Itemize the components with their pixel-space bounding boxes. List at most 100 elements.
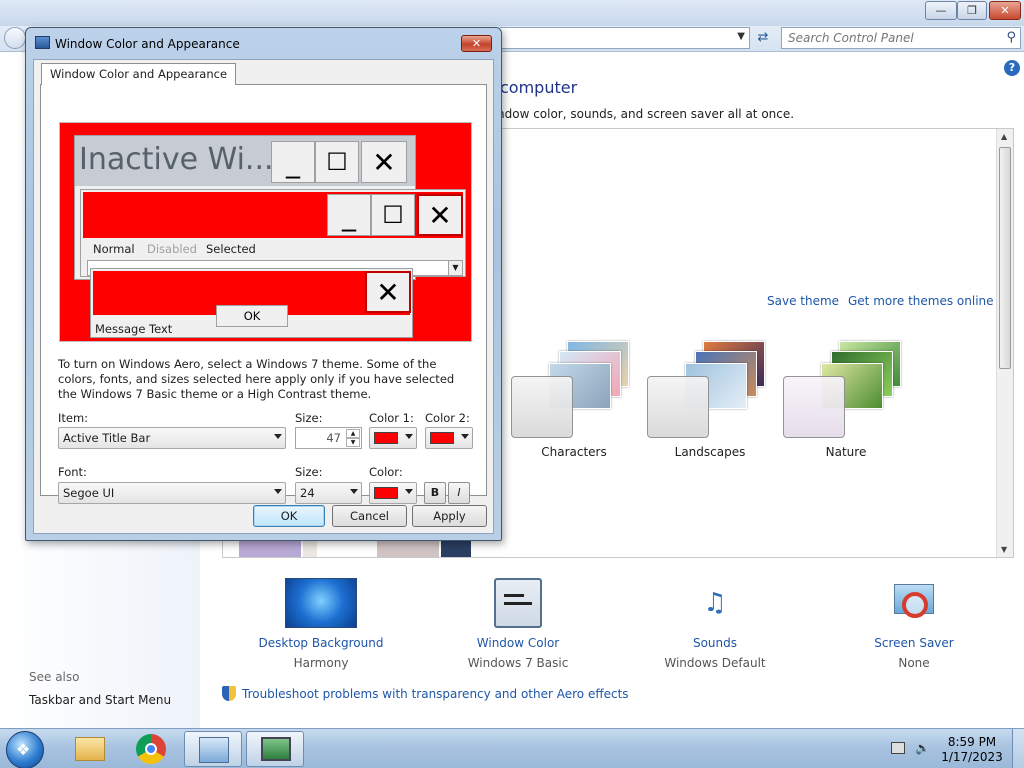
chevron-down-icon xyxy=(405,434,413,439)
dialog-close-button[interactable]: ✕ xyxy=(461,35,492,52)
font-color-swatch xyxy=(374,487,398,499)
italic-button[interactable]: I xyxy=(448,482,470,504)
theme-scrollbar[interactable]: ▲ ▼ xyxy=(996,129,1013,557)
show-desktop-button[interactable] xyxy=(1012,729,1024,768)
size-stepper[interactable]: 47 ▲ ▼ xyxy=(295,427,362,449)
preview-menu-normal: Normal xyxy=(93,242,135,256)
theme-name: Landscapes xyxy=(674,445,746,459)
color2-swatch xyxy=(430,432,454,444)
control-panel-titlebar: — ❐ ✕ xyxy=(0,0,1024,26)
close-button[interactable]: ✕ xyxy=(989,1,1021,20)
bold-button[interactable]: B xyxy=(424,482,446,504)
display-settings-taskbar-button[interactable] xyxy=(246,731,304,767)
scroll-down-icon[interactable]: ▼ xyxy=(1001,545,1007,554)
stepper-down-icon[interactable]: ▼ xyxy=(346,438,360,447)
chevron-down-icon xyxy=(350,489,358,494)
troubleshoot-link-text[interactable]: Troubleshoot problems with transparency … xyxy=(242,687,629,701)
desktop-background-setting[interactable]: Desktop Background Harmony xyxy=(236,578,406,670)
aero-info-text: To turn on Windows Aero, select a Window… xyxy=(58,357,455,401)
color2-picker[interactable] xyxy=(425,427,473,449)
preview-message-box: ✕ Message Text OK xyxy=(90,268,413,338)
chevron-down-icon[interactable]: ▼ xyxy=(737,31,745,42)
monitor-icon xyxy=(261,737,291,761)
ok-button[interactable]: OK xyxy=(253,505,325,527)
folder-icon xyxy=(75,737,105,761)
scroll-up-icon[interactable]: ▲ xyxy=(1001,132,1007,141)
setting-label[interactable]: Desktop Background xyxy=(236,636,406,650)
theme-glass-swatch xyxy=(511,376,573,438)
search-input[interactable] xyxy=(788,31,988,45)
setting-value: Windows 7 Basic xyxy=(467,656,569,670)
setting-label[interactable]: Sounds xyxy=(630,636,800,650)
size-value[interactable]: 47 xyxy=(326,431,341,445)
stepper-up-icon[interactable]: ▲ xyxy=(346,429,360,438)
setting-label[interactable]: Window Color xyxy=(433,636,603,650)
theme-characters[interactable]: Characters xyxy=(511,341,641,461)
page-title: computer xyxy=(500,78,578,97)
clock-time: 8:59 PM xyxy=(947,735,997,749)
theme-settings-row: Desktop Background Harmony Window Color … xyxy=(222,570,1012,710)
system-clock[interactable]: 8:59 PM 1/17/2023 xyxy=(940,735,1004,765)
chevron-down-icon xyxy=(461,434,469,439)
search-box[interactable]: ⚲ xyxy=(781,27,1021,49)
scrollbar-thumb[interactable] xyxy=(999,147,1011,369)
theme-glass-swatch xyxy=(783,376,845,438)
color1-label: Color 1: xyxy=(369,411,414,425)
start-button[interactable]: ❖ xyxy=(6,731,44,768)
desktop-background-icon xyxy=(285,578,357,628)
dialog-title: Window Color and Appearance xyxy=(55,37,240,51)
chrome-icon xyxy=(136,734,166,764)
get-more-themes-link[interactable]: Get more themes online xyxy=(848,294,994,308)
font-size-dropdown[interactable]: 24 xyxy=(295,482,362,504)
network-icon[interactable] xyxy=(891,742,905,754)
theme-landscapes[interactable]: Landscapes xyxy=(647,341,777,461)
setting-value: None xyxy=(898,656,930,670)
font-size-label: Size: xyxy=(295,465,323,479)
theme-name: Nature xyxy=(825,445,867,459)
troubleshoot-link[interactable]: Troubleshoot problems with transparency … xyxy=(222,686,629,701)
file-explorer-taskbar-button[interactable] xyxy=(60,731,118,767)
minimize-button[interactable]: — xyxy=(925,1,957,20)
control-panel-taskbar-button[interactable] xyxy=(184,731,242,767)
chevron-down-icon: ▼ xyxy=(448,261,462,275)
apply-button[interactable]: Apply xyxy=(412,505,487,527)
cancel-button[interactable]: Cancel xyxy=(332,505,407,527)
window-color-icon xyxy=(494,578,542,628)
color1-swatch xyxy=(374,432,398,444)
sounds-setting[interactable]: ♫ Sounds Windows Default xyxy=(630,578,800,670)
setting-label[interactable]: Screen Saver xyxy=(829,636,999,650)
appearance-preview[interactable]: Inactive Wi... _ ☐ ✕ _ ☐ ✕ Normal Disabl… xyxy=(59,122,472,342)
tab-window-color-appearance[interactable]: Window Color and Appearance xyxy=(41,63,237,85)
font-color-picker[interactable] xyxy=(369,482,417,504)
window-color-setting[interactable]: Window Color Windows 7 Basic xyxy=(433,578,603,670)
preview-inactive-title: Inactive Wi... xyxy=(79,142,274,177)
theme-nature[interactable]: Nature xyxy=(783,341,913,461)
control-panel-icon xyxy=(199,737,229,763)
back-button[interactable] xyxy=(4,27,26,49)
chevron-down-icon xyxy=(274,489,282,494)
help-icon[interactable]: ? xyxy=(1004,60,1020,76)
item-label: Item: xyxy=(58,411,89,425)
save-theme-link[interactable]: Save theme xyxy=(767,294,839,308)
chrome-taskbar-button[interactable] xyxy=(122,731,180,767)
restore-button[interactable]: ❐ xyxy=(957,1,987,20)
font-dropdown[interactable]: Segoe UI xyxy=(58,482,286,504)
volume-icon[interactable]: 🔈 xyxy=(915,741,930,755)
clock-date: 1/17/2023 xyxy=(941,750,1003,764)
window-color-appearance-dialog: Window Color and Appearance ✕ Window Col… xyxy=(25,27,502,541)
sounds-icon: ♫ xyxy=(703,588,727,618)
taskbar-start-menu-link[interactable]: Taskbar and Start Menu xyxy=(29,693,171,707)
theme-name: Characters xyxy=(541,445,607,459)
font-value: Segoe UI xyxy=(63,486,115,500)
preview-close-icon: ✕ xyxy=(417,194,463,236)
search-icon[interactable]: ⚲ xyxy=(1006,30,1016,45)
refresh-icon[interactable]: ⇄ xyxy=(752,28,774,49)
preview-menu-disabled: Disabled xyxy=(147,242,197,256)
size-label: Size: xyxy=(295,411,323,425)
address-field[interactable]: ▼ xyxy=(500,27,750,49)
screen-saver-setting[interactable]: Screen Saver None xyxy=(829,578,999,670)
item-dropdown[interactable]: Active Title Bar xyxy=(58,427,286,449)
color1-picker[interactable] xyxy=(369,427,417,449)
setting-value: Windows Default xyxy=(664,656,766,670)
font-color-label: Color: xyxy=(369,465,403,479)
